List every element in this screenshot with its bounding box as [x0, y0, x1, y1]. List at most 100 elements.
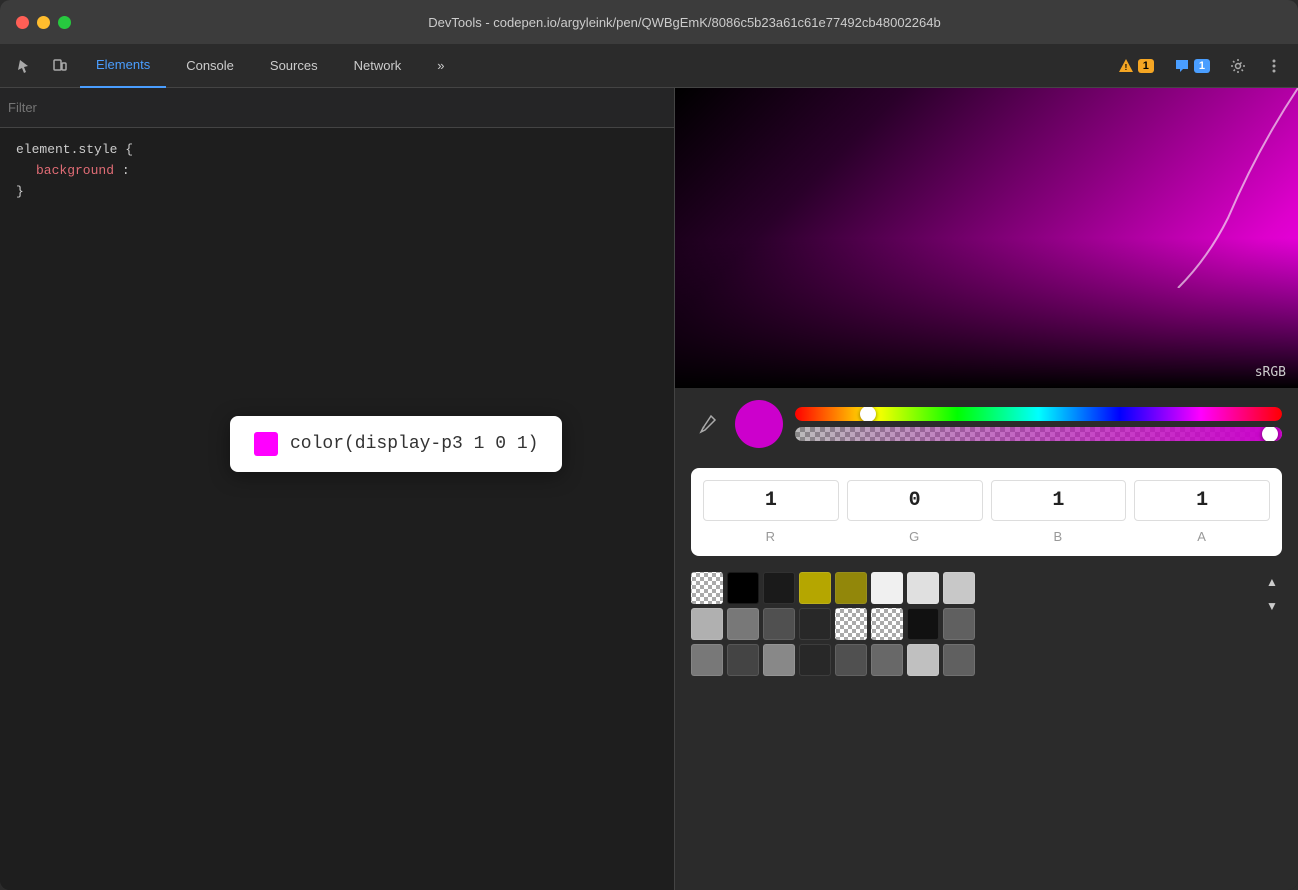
- opacity-gradient: [795, 427, 1282, 441]
- swatch-gold1[interactable]: [799, 572, 831, 604]
- devtools-body: element.style { background : } color(dis…: [0, 88, 1298, 890]
- settings-icon[interactable]: [1222, 50, 1254, 82]
- swatches-scroll: ▲ ▼: [1262, 572, 1282, 616]
- titlebar: DevTools - codepen.io/argyleink/pen/QWBg…: [0, 0, 1298, 44]
- opacity-slider-row: [795, 427, 1282, 441]
- tab-sources[interactable]: Sources: [254, 44, 334, 88]
- opacity-slider[interactable]: [795, 427, 1282, 441]
- filter-input[interactable]: [8, 100, 666, 115]
- a-label: A: [1197, 529, 1207, 544]
- chat-button[interactable]: 1: [1166, 54, 1218, 78]
- tooltip-color-swatch[interactable]: [254, 432, 278, 456]
- cursor-icon[interactable]: [8, 50, 40, 82]
- filter-bar: [0, 88, 674, 128]
- window-title: DevTools - codepen.io/argyleink/pen/QWBg…: [87, 15, 1282, 30]
- maximize-button[interactable]: [58, 16, 71, 29]
- code-property-line: background :: [16, 161, 658, 182]
- b-input[interactable]: [991, 480, 1127, 521]
- swatch-gray5[interactable]: [943, 608, 975, 640]
- r-label: R: [766, 529, 776, 544]
- b-label-container: B: [991, 529, 1127, 544]
- g-label-container: G: [847, 529, 983, 544]
- a-input[interactable]: [1134, 480, 1270, 521]
- sliders-area: [795, 407, 1282, 441]
- tooltip-text: color(display-p3 1 0 1): [290, 434, 538, 454]
- swatch-gray11[interactable]: [871, 644, 903, 676]
- swatch-checker2[interactable]: [835, 608, 867, 640]
- color-picker-controls: [675, 388, 1298, 460]
- white-curve-svg: [1098, 88, 1298, 288]
- svg-text:!: !: [1124, 63, 1127, 72]
- warning-badge: 1: [1138, 59, 1154, 73]
- tab-elements[interactable]: Elements: [80, 44, 166, 88]
- right-panel: sRGB: [675, 88, 1298, 890]
- swatch-gray13[interactable]: [943, 644, 975, 676]
- code-property: background: [36, 163, 114, 178]
- srgb-label: sRGB: [1255, 365, 1286, 380]
- hue-slider-row: [795, 407, 1282, 421]
- swatch-gray4[interactable]: [799, 608, 831, 640]
- swatch-gray1[interactable]: [691, 608, 723, 640]
- swatch-gray6[interactable]: [691, 644, 723, 676]
- b-field: [991, 480, 1127, 521]
- swatch-gray3[interactable]: [763, 608, 795, 640]
- more-options-icon[interactable]: [1258, 50, 1290, 82]
- color-canvas[interactable]: sRGB: [675, 88, 1298, 388]
- code-colon: :: [122, 163, 130, 178]
- hue-slider[interactable]: [795, 407, 1282, 421]
- rgba-labels-row: R G B A: [703, 529, 1270, 544]
- swatch-gray2[interactable]: [727, 608, 759, 640]
- g-input[interactable]: [847, 480, 983, 521]
- swatch-light1[interactable]: [871, 572, 903, 604]
- right-icons: ! 1 1: [1110, 50, 1290, 82]
- opacity-slider-thumb[interactable]: [1262, 427, 1278, 441]
- left-panel: element.style { background : } color(dis…: [0, 88, 675, 890]
- swatch-checker3[interactable]: [871, 608, 903, 640]
- swatch-gray10[interactable]: [835, 644, 867, 676]
- r-label-container: R: [703, 529, 839, 544]
- close-button[interactable]: [16, 16, 29, 29]
- tab-network[interactable]: Network: [338, 44, 418, 88]
- code-close-brace-line: }: [16, 182, 658, 203]
- a-field: [1134, 480, 1270, 521]
- rgba-inputs-panel: R G B A: [691, 468, 1282, 556]
- swatches-area: ▲ ▼: [675, 564, 1298, 684]
- swatch-transparent[interactable]: [691, 572, 723, 604]
- code-selector: element.style {: [16, 142, 133, 157]
- g-field: [847, 480, 983, 521]
- tab-more[interactable]: »: [421, 44, 460, 88]
- tooltip-popup: color(display-p3 1 0 1): [230, 416, 562, 472]
- swatches-grid: [691, 572, 1254, 676]
- r-input[interactable]: [703, 480, 839, 521]
- a-label-container: A: [1134, 529, 1270, 544]
- code-close-brace: }: [16, 184, 24, 199]
- swatch-gray12[interactable]: [907, 644, 939, 676]
- swatch-dark1[interactable]: [763, 572, 795, 604]
- chat-badge: 1: [1194, 59, 1210, 73]
- tab-console[interactable]: Console: [170, 44, 250, 88]
- swatch-light3[interactable]: [943, 572, 975, 604]
- swatch-black[interactable]: [727, 572, 759, 604]
- rgba-fields: [703, 480, 1270, 521]
- devtools-tabbar: Elements Console Sources Network » ! 1: [0, 44, 1298, 88]
- swatch-gray8[interactable]: [763, 644, 795, 676]
- r-field: [703, 480, 839, 521]
- warning-button[interactable]: ! 1: [1110, 54, 1162, 78]
- g-label: G: [909, 529, 920, 544]
- b-label: B: [1054, 529, 1064, 544]
- device-icon[interactable]: [44, 50, 76, 82]
- minimize-button[interactable]: [37, 16, 50, 29]
- swatch-darkest[interactable]: [907, 608, 939, 640]
- code-area: element.style { background : }: [0, 128, 674, 214]
- eyedropper-button[interactable]: [691, 408, 723, 440]
- traffic-lights: [16, 16, 71, 29]
- swatch-light2[interactable]: [907, 572, 939, 604]
- code-selector-line: element.style {: [16, 140, 658, 161]
- scroll-down-arrow[interactable]: ▼: [1262, 596, 1282, 616]
- swatch-gray7[interactable]: [727, 644, 759, 676]
- swatch-gray9[interactable]: [799, 644, 831, 676]
- devtools-window: DevTools - codepen.io/argyleink/pen/QWBg…: [0, 0, 1298, 890]
- swatch-gold2[interactable]: [835, 572, 867, 604]
- hue-slider-thumb[interactable]: [860, 407, 876, 421]
- scroll-up-arrow[interactable]: ▲: [1262, 572, 1282, 592]
